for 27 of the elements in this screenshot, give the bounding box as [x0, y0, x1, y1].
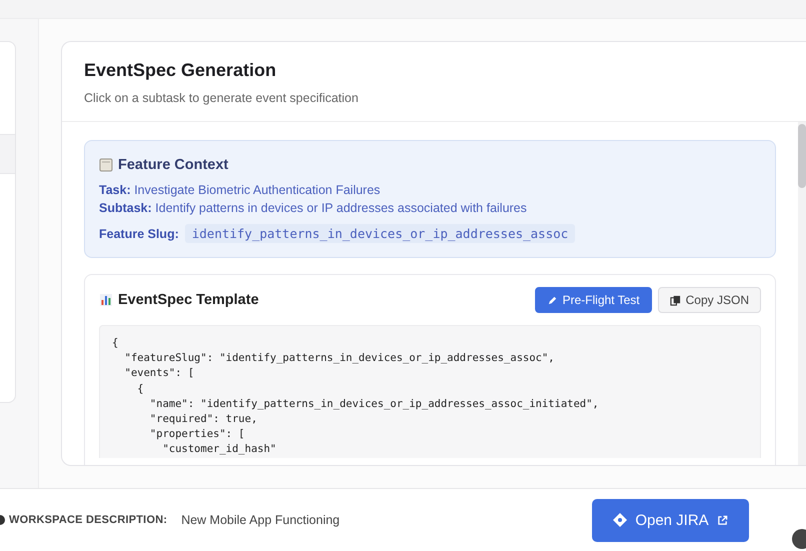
- feature-context-title: Feature Context: [118, 157, 228, 173]
- diamond-icon: [613, 513, 628, 527]
- subtask-text: Subtask: Identify patterns in devices or IP addresses associated with failures: [99, 201, 528, 215]
- open-jira-button[interactable]: Open JIRA: [592, 498, 749, 542]
- code-line: "required": true,: [148, 412, 258, 428]
- slug-label: Feature Slug:: [99, 226, 179, 240]
- workspace-description-label: WORKSPACE DESCRIPTION:: [9, 514, 168, 526]
- code-line: "name": "identify_patterns_in_devices_or_ip_addresses_assoc_initiated",: [148, 396, 600, 412]
- panel-title: EventSpec Generation: [84, 60, 278, 81]
- pencil-icon: [546, 294, 558, 306]
- code-line: "events": [: [124, 366, 196, 382]
- notepad-icon: [99, 158, 113, 172]
- code-line: "customer_id_hash": [162, 442, 278, 458]
- code-line: {: [136, 382, 145, 397]
- code-line: "featureSlug": "identify_patterns_in_devices_or_ip_addresses_assoc",: [124, 351, 556, 366]
- external-link-icon: [716, 514, 728, 526]
- bar-chart-icon: [99, 293, 113, 307]
- task-text: Task: Investigate Biometric Authentication Failures: [99, 183, 382, 197]
- code-line: "properties": [: [148, 427, 246, 442]
- code-line: {: [112, 336, 120, 351]
- panel-subtitle: Click on a subtask to generate event specification: [84, 91, 360, 105]
- copy-icon: [670, 294, 681, 306]
- workspace-description-value: New Mobile App Functioning: [181, 513, 340, 527]
- copy-json-button[interactable]: Copy JSON: [658, 287, 761, 313]
- template-title: EventSpec Template: [118, 292, 259, 308]
- pre-flight-test-button[interactable]: Pre-Flight Test: [534, 287, 652, 313]
- slug-value: identify_patterns_in_devices_or_ip_addresses_assoc: [184, 224, 576, 243]
